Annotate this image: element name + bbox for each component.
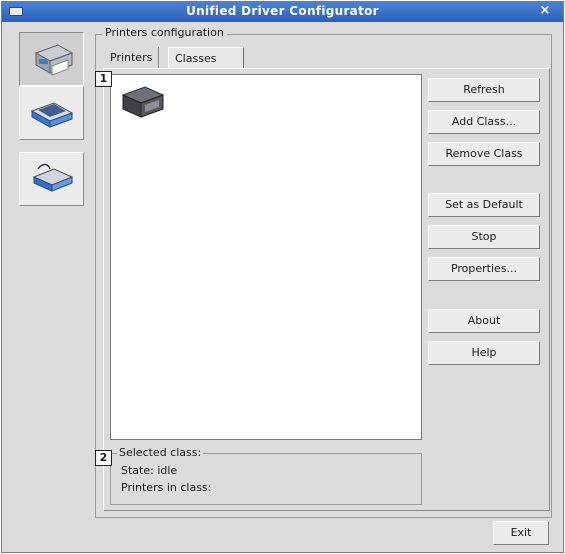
add-class-button[interactable]: Add Class... — [428, 110, 540, 134]
tab-classes[interactable]: Classes — [168, 47, 244, 69]
remove-class-button[interactable]: Remove Class — [428, 142, 540, 166]
port-icon — [32, 163, 74, 192]
sidebar-item-ports[interactable] — [19, 152, 84, 206]
set-default-button[interactable]: Set as Default — [428, 193, 540, 217]
properties-button[interactable]: Properties... — [428, 257, 540, 281]
about-button[interactable]: About — [428, 309, 540, 333]
selected-class-group — [110, 453, 422, 505]
printer-icon — [34, 44, 74, 76]
refresh-button[interactable]: Refresh — [428, 78, 540, 102]
window-title: Unified Driver Configurator — [186, 4, 379, 18]
sidebar-item-scanners[interactable] — [19, 86, 84, 140]
callout-1: 1 — [95, 71, 112, 87]
selected-class-printers: Printers in class: — [121, 481, 212, 494]
title-bar: Unified Driver Configurator × — [2, 2, 563, 22]
exit-button[interactable]: Exit — [493, 521, 549, 545]
group-title: Printers configuration — [102, 26, 227, 39]
tab-printers[interactable]: Printers — [104, 47, 160, 69]
callout-2: 2 — [95, 450, 112, 466]
class-printer-icon[interactable] — [117, 79, 173, 123]
selected-class-title: Selected class: — [117, 446, 204, 459]
scanner-icon — [30, 102, 74, 128]
selected-class-state: State: idle — [121, 464, 178, 477]
stop-button[interactable]: Stop — [428, 225, 540, 249]
class-list[interactable] — [110, 74, 422, 440]
close-button[interactable]: × — [537, 3, 553, 19]
sidebar-item-printers[interactable] — [19, 32, 84, 86]
help-button[interactable]: Help — [428, 341, 540, 365]
